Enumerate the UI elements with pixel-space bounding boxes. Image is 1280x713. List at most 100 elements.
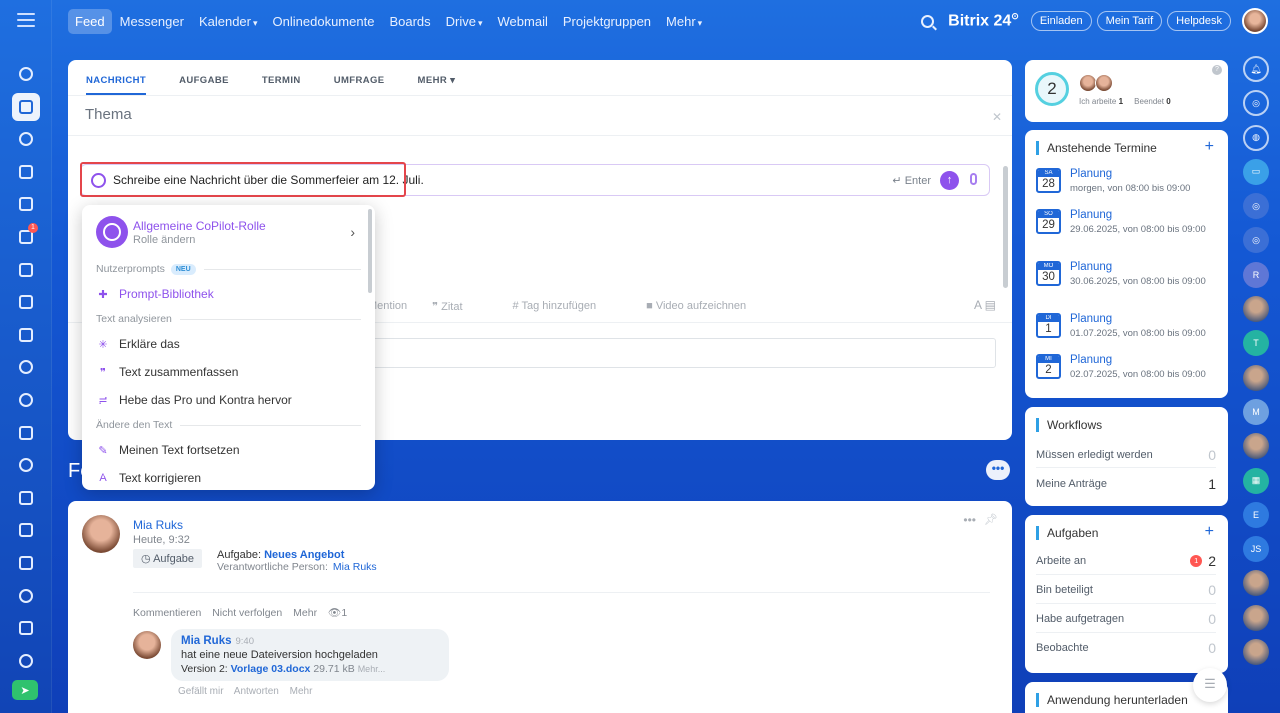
document-icon[interactable] bbox=[12, 190, 40, 218]
tasks-title[interactable]: Aufgaben bbox=[1036, 526, 1098, 540]
storage-icon[interactable] bbox=[12, 614, 40, 642]
continue-text-item[interactable]: ✎ Meinen Text fortsetzen bbox=[82, 436, 375, 464]
responsible-link[interactable]: Mia Ruks bbox=[333, 561, 377, 573]
comment-link[interactable]: Kommentieren bbox=[133, 607, 201, 619]
invite-button[interactable]: Einladen bbox=[1030, 11, 1092, 31]
contact-t[interactable]: T bbox=[1243, 330, 1269, 357]
user-avatar[interactable] bbox=[1242, 8, 1268, 34]
recipient-input[interactable] bbox=[364, 338, 996, 368]
nav-item-kalender[interactable]: Kalender ▾ bbox=[192, 9, 265, 34]
chat-icon[interactable] bbox=[12, 125, 40, 153]
help-icon[interactable]: ? bbox=[1212, 65, 1222, 75]
tab-task[interactable]: AUFGABE bbox=[179, 75, 229, 95]
menu-scrollbar[interactable] bbox=[368, 209, 372, 293]
event-item[interactable]: MI 2 Planung 02.07.2025, von 08:00 bis 09:0… bbox=[1036, 354, 1220, 380]
gear-icon[interactable] bbox=[12, 647, 40, 675]
event-item[interactable]: DI 1 Planung 01.07.2025, von 08:00 bis 09:0… bbox=[1036, 313, 1220, 339]
bot-icon[interactable] bbox=[12, 582, 40, 610]
event-title[interactable]: Planung bbox=[1070, 261, 1220, 273]
helpdesk-button[interactable]: Helpdesk bbox=[1167, 11, 1231, 31]
funnel-icon[interactable] bbox=[12, 288, 40, 316]
event-item[interactable]: SA 28 Planung morgen, von 08:00 bis 09:00 bbox=[1036, 168, 1220, 194]
scrollbar[interactable] bbox=[1003, 166, 1008, 288]
workflow-row-todo[interactable]: Müssen erledigt werden 0 bbox=[1036, 447, 1216, 463]
nav-item-webmail[interactable]: Webmail bbox=[491, 9, 555, 34]
comment-avatar[interactable] bbox=[133, 631, 161, 659]
add-task-button[interactable]: + bbox=[1205, 523, 1214, 541]
event-item[interactable]: MO 30 Planung 30.06.2025, von 08:00 bis 09:… bbox=[1036, 261, 1220, 287]
send-button[interactable]: ↑ bbox=[940, 171, 959, 190]
nav-item-drive[interactable]: Drive ▾ bbox=[439, 9, 490, 34]
contact-avatar-4[interactable] bbox=[1243, 570, 1269, 597]
nav-item-mehr[interactable]: Mehr ▾ bbox=[659, 9, 709, 34]
event-title[interactable]: Planung bbox=[1070, 354, 1220, 366]
calendar-icon[interactable] bbox=[12, 158, 40, 186]
copilot-icon[interactable]: ◎ bbox=[1243, 90, 1269, 117]
summarize-item[interactable]: ❞ Text zusammenfassen bbox=[82, 358, 375, 386]
contact-m[interactable]: M bbox=[1243, 398, 1269, 425]
events-title[interactable]: Anstehende Termine bbox=[1036, 141, 1157, 155]
comment-author[interactable]: Mia Ruks 9:40 bbox=[181, 635, 439, 647]
reply-link[interactable]: Antworten bbox=[234, 686, 279, 697]
plan-button[interactable]: Mein Tarif bbox=[1096, 11, 1163, 31]
event-item[interactable]: SO 29 Planung 29.06.2025, von 08:00 bis 09:… bbox=[1036, 209, 1220, 235]
workflows-title[interactable]: Workflows bbox=[1036, 418, 1102, 432]
comment-more-link[interactable]: Mehr bbox=[290, 686, 313, 697]
feed-icon[interactable] bbox=[12, 92, 40, 121]
nav-item-onlinedokumente[interactable]: Onlinedokumente bbox=[266, 9, 382, 34]
unfollow-link[interactable]: Nicht verfolgen bbox=[212, 607, 282, 619]
event-title[interactable]: Planung bbox=[1070, 168, 1220, 180]
contact-avatar-2[interactable] bbox=[1243, 364, 1269, 391]
contact-avatar-6[interactable] bbox=[1243, 639, 1269, 666]
topic-field[interactable]: Thema bbox=[85, 106, 132, 123]
microphone-icon[interactable] bbox=[970, 173, 977, 185]
prompt-library-item[interactable]: ✚ Prompt-Bibliothek bbox=[82, 280, 375, 308]
post-author[interactable]: Mia Ruks bbox=[133, 518, 183, 532]
nav-item-messenger[interactable]: Messenger bbox=[113, 9, 191, 34]
tasks-row-watching[interactable]: Beobachte 0 bbox=[1036, 640, 1216, 656]
tab-event[interactable]: TERMIN bbox=[262, 75, 301, 95]
pin-icon[interactable]: 📌︎ bbox=[984, 513, 998, 526]
event-title[interactable]: Planung bbox=[1070, 209, 1220, 221]
drive-icon[interactable] bbox=[12, 256, 40, 284]
group-icon[interactable]: ▦ bbox=[1243, 467, 1269, 494]
target-icon[interactable] bbox=[12, 451, 40, 479]
format-icons[interactable]: A ▤ bbox=[974, 298, 996, 312]
collab-icon[interactable] bbox=[12, 60, 40, 88]
contacts-icon[interactable] bbox=[12, 353, 40, 381]
menu-icon[interactable] bbox=[17, 13, 35, 27]
close-icon[interactable]: ✕ bbox=[992, 110, 1002, 124]
post-menu-icon[interactable]: ••• bbox=[963, 513, 976, 527]
video-button[interactable]: ■ Video aufzeichnen bbox=[646, 300, 771, 313]
tasks-row-assigned[interactable]: Habe aufgetragen 0 bbox=[1036, 611, 1216, 627]
tab-poll[interactable]: UMFRAGE bbox=[334, 75, 385, 95]
correct-text-item[interactable]: A Text korrigieren bbox=[82, 464, 375, 490]
quote-button[interactable]: ❞ Zitat bbox=[432, 300, 487, 313]
hexagon-icon[interactable] bbox=[12, 386, 40, 414]
like-link[interactable]: Gefällt mir bbox=[178, 686, 224, 697]
pros-cons-item[interactable]: ≓ Hebe das Pro und Kontra hervor bbox=[82, 386, 375, 414]
mail-icon[interactable] bbox=[12, 321, 40, 349]
tasks-row-working[interactable]: Arbeite an 1 2 bbox=[1036, 553, 1216, 569]
scroll-menu-button[interactable]: ☰ bbox=[1193, 668, 1227, 702]
contact-avatar-3[interactable] bbox=[1243, 433, 1269, 460]
contact-js[interactable]: JS bbox=[1243, 536, 1269, 563]
search-icon[interactable] bbox=[921, 14, 935, 28]
font-icon[interactable]: A bbox=[974, 298, 981, 312]
nav-item-boards[interactable]: Boards bbox=[382, 9, 437, 34]
file-more-link[interactable]: Mehr... bbox=[358, 664, 386, 674]
copilot-role[interactable]: Allgemeine CoPilot-Rolle Rolle ändern › bbox=[82, 205, 375, 258]
cart-icon[interactable] bbox=[12, 516, 40, 544]
add-event-button[interactable]: + bbox=[1205, 138, 1214, 156]
copilot-chat-icon-2[interactable]: ◎ bbox=[1243, 227, 1269, 254]
analytics-icon[interactable] bbox=[12, 484, 40, 512]
author-avatar[interactable] bbox=[82, 515, 120, 553]
work-status-card[interactable]: 2 Ich arbeite 1 Beendet 0 ? bbox=[1025, 60, 1228, 122]
tasks-icon[interactable]: 1 bbox=[12, 222, 40, 251]
nav-item-projektgruppen[interactable]: Projektgruppen bbox=[556, 9, 658, 34]
chat-search-icon[interactable]: ◍ bbox=[1243, 124, 1269, 151]
tasks-row-involved[interactable]: Bin beteiligt 0 bbox=[1036, 582, 1216, 598]
contact-r[interactable]: R bbox=[1243, 261, 1269, 288]
contact-e[interactable]: E bbox=[1243, 501, 1269, 528]
workflow-row-requests[interactable]: Meine Anträge 1 bbox=[1036, 476, 1216, 492]
